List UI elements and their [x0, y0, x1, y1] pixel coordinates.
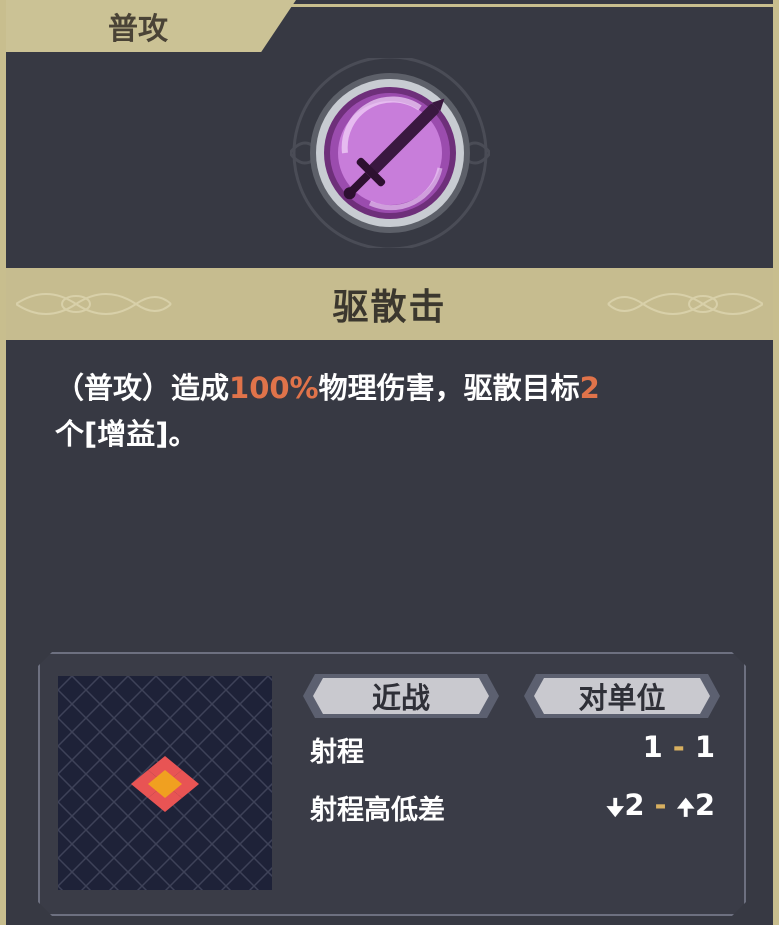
- dispel-count: 2: [579, 371, 600, 405]
- range-max: 1: [694, 730, 715, 764]
- desc-text: 物理伤害，驱散目标: [318, 371, 580, 405]
- damage-percent: 100%: [229, 371, 319, 405]
- arrow-up-icon: 🠉: [676, 796, 695, 821]
- tag-single-target: 对单位: [524, 674, 720, 718]
- height-diff-label: 射程高低差: [310, 795, 445, 826]
- top-border: [260, 4, 773, 7]
- tag-melee: 近战: [303, 674, 499, 718]
- desc-text: 个[增益]。: [55, 417, 198, 451]
- skill-description: （普攻）造成100%物理伤害，驱散目标2 个[增益]。: [55, 365, 725, 457]
- sword-icon: [343, 98, 445, 200]
- skill-title-band: 驱散击: [6, 268, 773, 340]
- ornament-right-icon: [607, 293, 763, 315]
- tab-basic-attack[interactable]: 普攻: [6, 0, 296, 52]
- tag-single-target-label: 对单位: [578, 681, 666, 715]
- range-grid: [58, 676, 272, 890]
- ornament-left-icon: [16, 293, 172, 315]
- tab-label: 普攻: [108, 12, 168, 47]
- range-value: 1-1: [642, 730, 715, 764]
- range-min: 1: [642, 730, 663, 764]
- arrow-down-icon: 🠋: [606, 796, 625, 821]
- range-label: 射程: [310, 737, 364, 768]
- tag-melee-label: 近战: [371, 681, 430, 715]
- height-diff-value: 🠋2- 🠉2: [606, 788, 715, 822]
- skill-name: 驱散击: [332, 286, 447, 328]
- skill-icon-frame: [288, 55, 492, 251]
- height-down: 2: [624, 788, 645, 822]
- desc-text: （普攻）造成: [55, 371, 230, 405]
- height-up: 2: [694, 788, 715, 822]
